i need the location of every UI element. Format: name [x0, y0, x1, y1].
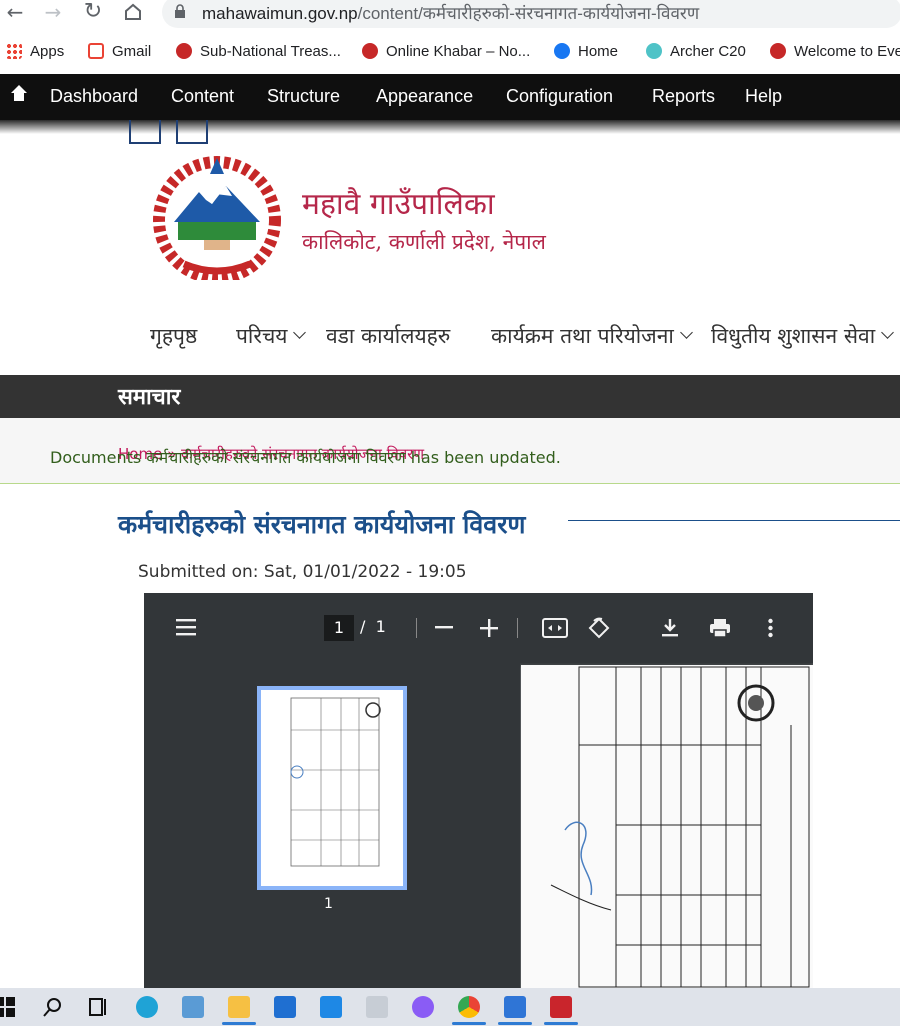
news-bar: समाचार — [0, 375, 900, 418]
toolbar-divider — [517, 618, 518, 638]
onlinekhabar-icon — [362, 43, 378, 59]
file-explorer-icon[interactable] — [228, 996, 250, 1018]
toolbar-divider — [416, 618, 417, 638]
reload-icon[interactable]: ↻ — [82, 1, 104, 24]
home-icon[interactable] — [122, 2, 144, 24]
zoom-in-icon[interactable] — [480, 619, 498, 637]
bookmark-welcome[interactable]: Welcome to Eve — [770, 42, 900, 62]
toolbar-appearance[interactable]: Appearance — [376, 86, 473, 107]
windows-start-icon[interactable] — [0, 996, 16, 1018]
pdf-page — [521, 665, 813, 988]
bookmarks-bar: Apps Gmail Sub-National Treas... Online … — [0, 36, 900, 68]
twitter-icon[interactable] — [176, 120, 208, 144]
photos-icon[interactable] — [504, 996, 526, 1018]
apps-grid-icon — [6, 43, 22, 59]
active-app-indicator — [498, 1022, 532, 1025]
nepal-emblem-icon — [770, 43, 786, 59]
page-title: कर्मचारीहरुको संरचनागत कार्ययोजना विवरण — [118, 510, 526, 539]
url-path: /content/कर्मचारीहरुको-संरचनागत-कार्ययोज… — [357, 4, 700, 23]
chrome-icon[interactable] — [458, 996, 480, 1018]
network-app-icon[interactable] — [366, 996, 388, 1018]
tplink-icon — [646, 43, 662, 59]
toolbar-reports[interactable]: Reports — [652, 86, 715, 107]
chevron-down-icon — [881, 326, 895, 339]
bookmark-treasury[interactable]: Sub-National Treas... — [176, 42, 341, 62]
bookmark-archer[interactable]: Archer C20 — [646, 42, 746, 62]
mail-icon[interactable] — [320, 996, 342, 1018]
chevron-down-icon — [680, 326, 693, 339]
print-icon[interactable] — [709, 618, 731, 638]
home-icon[interactable] — [10, 84, 28, 102]
store-icon[interactable] — [274, 996, 296, 1018]
menu-item-home[interactable]: गृहपृष्ठ — [150, 322, 197, 350]
active-app-indicator — [544, 1022, 578, 1025]
chevron-down-icon — [293, 326, 307, 339]
bookmark-gmail[interactable]: Gmail — [88, 42, 151, 62]
nepal-emblem-icon — [176, 43, 192, 59]
more-options-icon[interactable] — [768, 618, 773, 638]
lock-icon — [175, 4, 185, 18]
site-logo[interactable] — [144, 152, 290, 280]
page-count: / 1 — [360, 617, 386, 636]
task-view-icon[interactable] — [86, 996, 108, 1018]
search-icon[interactable] — [42, 996, 64, 1018]
acrobat-icon[interactable] — [550, 996, 572, 1018]
thumbnail-page-number: 1 — [324, 896, 333, 912]
url-field[interactable]: mahawaimun.gov.np/content/कर्मचारीहरुको-… — [162, 0, 900, 28]
gmail-icon — [88, 43, 104, 59]
menu-item-programs[interactable]: कार्यक्रम तथा परियोजना — [491, 322, 693, 350]
site-slogan: कालिकोट, कर्णाली प्रदेश, नेपाल — [302, 230, 546, 254]
toolbar-structure[interactable]: Structure — [267, 86, 340, 107]
messenger-icon[interactable] — [412, 996, 434, 1018]
pdf-toolbar: 1 / 1 — [144, 593, 813, 663]
menu-item-ward-offices[interactable]: वडा कार्यालयहरु — [326, 322, 450, 350]
menu-item-e-governance[interactable]: विधुतीय शुशासन सेवा — [711, 322, 895, 350]
toolbar-dashboard[interactable]: Dashboard — [50, 86, 138, 107]
bookmark-onlinekhabar[interactable]: Online Khabar – No... — [362, 42, 530, 62]
edge-icon[interactable] — [136, 996, 158, 1018]
page-thumbnail[interactable] — [257, 686, 407, 890]
active-app-indicator — [222, 1022, 256, 1025]
download-icon[interactable] — [661, 618, 679, 638]
menu-icon[interactable] — [176, 618, 196, 636]
facebook-icon[interactable] — [129, 120, 161, 144]
active-app-indicator — [452, 1022, 486, 1025]
menu-item-introduction[interactable]: परिचय — [236, 322, 307, 350]
rotate-icon[interactable] — [588, 617, 610, 639]
back-icon[interactable]: ← — [4, 2, 26, 24]
title-divider — [568, 520, 900, 521]
zoom-out-icon[interactable] — [435, 626, 453, 629]
admin-toolbar: Dashboard Content Structure Appearance C… — [0, 74, 900, 134]
bookmark-apps[interactable]: Apps — [6, 42, 64, 62]
status-message: Documents कर्मचारीहरुको संरचनागत कार्ययो… — [50, 448, 561, 467]
toolbar-content[interactable]: Content — [171, 86, 234, 107]
submitted-date: Submitted on: Sat, 01/01/2022 - 19:05 — [138, 562, 467, 582]
fit-page-icon[interactable] — [542, 618, 568, 638]
forward-icon[interactable]: → — [42, 2, 64, 24]
laptop-app-icon[interactable] — [182, 996, 204, 1018]
document-table-graphic — [550, 666, 810, 988]
site-name[interactable]: महावै गाउँपालिका — [302, 182, 495, 223]
news-bar-title: समाचार — [118, 385, 181, 410]
pdf-viewer[interactable]: 1 / 1 1 — [144, 593, 813, 988]
thumbnail-document-icon — [290, 697, 381, 867]
toolbar-help[interactable]: Help — [745, 86, 782, 107]
browser-address-bar: ← → ↻ mahawaimun.gov.np/content/कर्मचारी… — [0, 0, 900, 28]
facebook-icon — [554, 43, 570, 59]
page-number-input[interactable]: 1 — [324, 615, 354, 641]
bookmark-home[interactable]: Home — [554, 42, 618, 62]
url-domain: mahawaimun.gov.np — [202, 4, 358, 23]
toolbar-configuration[interactable]: Configuration — [506, 86, 613, 107]
windows-taskbar — [0, 988, 900, 1026]
